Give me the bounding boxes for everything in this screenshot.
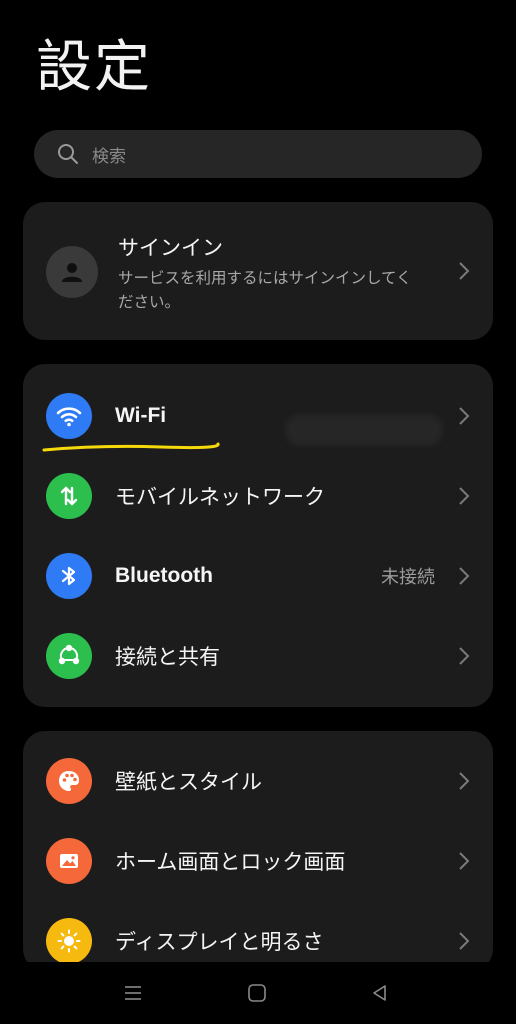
settings-item-mobile-network[interactable]: モバイルネットワーク xyxy=(23,456,493,536)
chevron-right-icon xyxy=(459,407,470,425)
chevron-right-icon xyxy=(459,262,470,280)
user-icon xyxy=(62,263,82,282)
connection-sharing-label: 接続と共有 xyxy=(115,645,220,669)
palette-icon xyxy=(46,758,92,804)
image-icon xyxy=(46,838,92,884)
chevron-right-icon xyxy=(459,772,470,790)
chevron-right-icon xyxy=(459,487,470,505)
brightness-icon xyxy=(46,918,92,964)
wifi-icon xyxy=(46,393,92,439)
bluetooth-label: Bluetooth xyxy=(115,564,213,587)
settings-item-bluetooth[interactable]: Bluetooth 未接続 xyxy=(23,536,493,616)
display-brightness-label: ディスプレイと明るさ xyxy=(115,930,324,954)
settings-screen: 設定 検索 サインイン サービスを利用するにはサインインしてください。 Wi-F… xyxy=(0,0,516,1024)
settings-item-connection-sharing[interactable]: 接続と共有 xyxy=(23,616,493,696)
search-bar[interactable]: 検索 xyxy=(34,130,482,178)
personalization-card: 壁紙とスタイル ホーム画面とロック画面 ディスプレイと明るさ xyxy=(23,731,493,971)
avatar xyxy=(46,246,98,298)
chevron-right-icon xyxy=(459,567,470,585)
home-lock-screen-label: ホーム画面とロック画面 xyxy=(115,850,346,874)
mobile-data-icon xyxy=(46,473,92,519)
chevron-right-icon xyxy=(459,932,470,950)
highlight-underline xyxy=(42,442,220,452)
home-icon[interactable] xyxy=(246,982,268,1004)
bluetooth-icon xyxy=(46,553,92,599)
settings-item-home-lock-screen[interactable]: ホーム画面とロック画面 xyxy=(23,821,493,901)
search-placeholder: 検索 xyxy=(92,146,126,167)
wifi-label: Wi-Fi xyxy=(115,404,167,427)
chevron-right-icon xyxy=(459,647,470,665)
page-title: 設定 xyxy=(36,35,152,100)
account-card[interactable]: サインイン サービスを利用するにはサインインしてください。 xyxy=(23,202,493,340)
search-icon xyxy=(58,144,78,164)
network-card: Wi-Fi モバイルネットワーク Bluetooth 未接続 接続と共有 xyxy=(23,364,493,707)
bluetooth-status: 未接続 xyxy=(381,567,435,588)
menu-icon[interactable] xyxy=(122,982,144,1004)
redacted-network-name xyxy=(285,414,443,446)
back-icon[interactable] xyxy=(369,982,391,1004)
wallpaper-style-label: 壁紙とスタイル xyxy=(115,770,262,794)
connection-share-icon xyxy=(46,633,92,679)
mobile-network-label: モバイルネットワーク xyxy=(115,485,325,509)
navigation-bar xyxy=(0,962,516,1024)
chevron-right-icon xyxy=(459,852,470,870)
sign-in-description: サービスを利用するにはサインインしてください。 xyxy=(118,269,412,311)
settings-item-wifi[interactable]: Wi-Fi xyxy=(23,376,493,456)
settings-item-display-brightness[interactable]: ディスプレイと明るさ xyxy=(23,901,493,971)
settings-item-wallpaper-style[interactable]: 壁紙とスタイル xyxy=(23,741,493,821)
sign-in-title: サインイン xyxy=(118,236,223,260)
